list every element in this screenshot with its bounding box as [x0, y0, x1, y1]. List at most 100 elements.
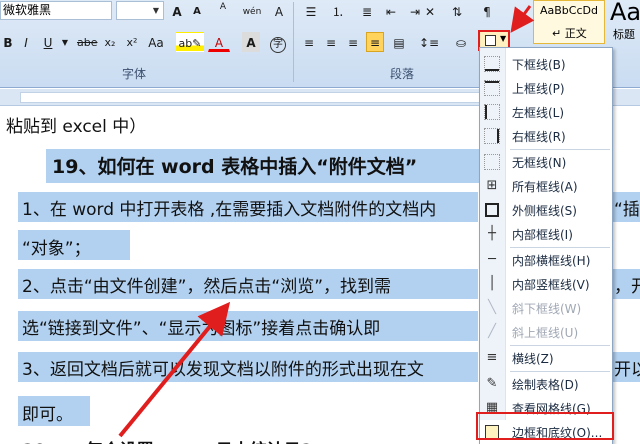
paragraph-line: 粘贴到 excel 中）: [6, 117, 147, 137]
align-right-icon[interactable]: ≡: [344, 32, 362, 52]
menu-item-label: 所有框线(A): [512, 180, 578, 194]
border-inside-horizontal-icon: ─: [488, 252, 496, 267]
border-left-icon: [484, 104, 500, 120]
paragraph-line: 3、返回文档后就可以发现文档以附件的形式出现在文: [22, 360, 424, 380]
border-diagonal-up-icon: ╱: [488, 324, 496, 339]
align-left-icon[interactable]: ≡: [300, 32, 318, 52]
style-sample: AaBbCcDd: [540, 4, 598, 17]
menu-item-label: 右框线(R): [512, 130, 566, 144]
subscript-button[interactable]: x₂: [100, 32, 120, 52]
border-diagonal-down-icon: ╲: [488, 300, 496, 315]
menu-item-label: 横线(Z): [512, 352, 554, 366]
enclose-char-icon: 字: [270, 37, 286, 53]
draw-table-icon: ✎: [486, 376, 498, 391]
menu-item-right-border[interactable]: 右框线(R): [480, 124, 612, 148]
grow-font-button[interactable]: A: [168, 1, 186, 21]
menu-item-all-borders[interactable]: ⊞ 所有框线(A): [480, 174, 612, 198]
border-right-icon: [484, 128, 500, 144]
show-marks-icon[interactable]: ¶: [476, 1, 498, 21]
menu-item-draw-table[interactable]: ✎ 绘制表格(D): [480, 372, 612, 396]
paragraph-line: 1、在 word 中打开表格 ,在需要插入文档附件的文档内: [22, 200, 437, 220]
section-heading: 20、 」每个设置every_日本统计日2: [22, 436, 313, 444]
change-case-button[interactable]: Aa: [144, 32, 168, 52]
font-group-label: 字体: [122, 67, 147, 81]
style-name: ↵ 正文: [552, 27, 587, 40]
style-sample: Aa: [610, 0, 640, 26]
menu-item-label: 外侧框线(S): [512, 204, 577, 218]
menu-item-top-border[interactable]: 上框线(P): [480, 76, 612, 100]
bullets-icon[interactable]: ☰: [300, 1, 322, 21]
shrink-font-button[interactable]: A: [188, 1, 206, 21]
border-none-icon: [484, 154, 500, 170]
paragraph-line: “对象”；: [22, 239, 91, 259]
decrease-indent-icon[interactable]: ⇤: [380, 1, 402, 21]
menu-item-label: 内部竖框线(V): [512, 278, 590, 292]
chevron-down-icon[interactable]: ▼: [150, 3, 162, 18]
multilevel-list-icon[interactable]: ≣: [356, 1, 378, 21]
justify-icon[interactable]: ≡: [366, 32, 384, 52]
superscript-button[interactable]: x²: [122, 32, 142, 52]
char-border-label: A: [274, 5, 284, 19]
menu-item-bottom-border[interactable]: 下框线(B): [480, 52, 612, 76]
bold-button[interactable]: B: [0, 32, 16, 52]
menu-item-label: 左框线(L): [512, 106, 565, 120]
font-color-button[interactable]: A: [208, 32, 230, 52]
menu-item-diagonal-down[interactable]: ╲ 斜下框线(W): [480, 296, 612, 320]
underline-dropdown[interactable]: ▼: [60, 32, 70, 52]
paragraph-fragment: ，开: [614, 277, 640, 297]
menu-item-left-border[interactable]: 左框线(L): [480, 100, 612, 124]
paragraph-line: 即可。: [22, 405, 73, 425]
border-inside-icon: ┼: [488, 226, 496, 241]
font-name-combobox[interactable]: 微软雅黑: [0, 1, 112, 20]
menu-item-no-border[interactable]: 无框线(N): [480, 150, 612, 174]
paragraph-group-label: 段落: [390, 67, 415, 81]
paragraph-fragment: “插: [614, 200, 640, 220]
section-heading: 19、如何在 word 表格中插入“附件文档”: [52, 156, 418, 178]
align-center-icon[interactable]: ≡: [322, 32, 340, 52]
menu-item-label: 无框线(N): [512, 156, 567, 170]
highlighter-icon: ab✎: [178, 37, 202, 50]
group-separator: [293, 2, 294, 82]
chinese-layout-icon[interactable]: ✕: [418, 1, 442, 21]
borders-dropdown-menu: 下框线(B) 上框线(P) 左框线(L) 右框线(R) 无框线(N) ⊞ 所有框…: [479, 47, 613, 444]
style-name: 标题: [613, 28, 635, 41]
menu-item-diagonal-up[interactable]: ╱ 斜上框线(U): [480, 320, 612, 344]
chevron-down-icon: ▼: [500, 34, 507, 43]
clear-format-button[interactable]: A: [212, 1, 234, 21]
distributed-icon[interactable]: ▤: [390, 32, 408, 52]
enclose-char-button[interactable]: 字: [268, 32, 288, 53]
border-all-icon: ⊞: [486, 178, 498, 193]
phonetic-guide-button[interactable]: wén: [240, 1, 264, 21]
style-normal[interactable]: AaBbCcDd ↵ 正文: [533, 0, 605, 44]
numbering-icon[interactable]: ⒈: [326, 1, 350, 21]
ruler-track: [20, 92, 480, 103]
border-top-icon: [484, 80, 500, 96]
menu-item-label: 斜下框线(W): [512, 302, 582, 316]
paragraph-line: 选“链接到文件”、“显示为图标”接着点击确认即: [22, 319, 381, 339]
char-border-button[interactable]: A: [268, 1, 290, 21]
menu-item-label: 下框线(B): [512, 58, 566, 72]
sort-icon[interactable]: ⇅: [446, 1, 468, 21]
highlight-color-button[interactable]: ab✎: [176, 32, 204, 52]
font-size-combobox[interactable]: ▼: [116, 1, 164, 20]
menu-item-label: 内部横框线(H): [512, 254, 591, 268]
underline-button[interactable]: U: [40, 32, 56, 52]
border-outside-icon: [485, 203, 499, 217]
style-heading[interactable]: Aa 标题: [606, 0, 640, 44]
menu-item-inside-horizontal[interactable]: ─ 内部横框线(H): [480, 248, 612, 272]
menu-item-inside-borders[interactable]: ┼ 内部框线(I): [480, 222, 612, 246]
annotation-highlight-box: [476, 412, 614, 440]
shading-bucket-icon[interactable]: ⛀: [448, 32, 474, 52]
border-outside-icon: [485, 35, 496, 46]
menu-item-inside-vertical[interactable]: │ 内部竖框线(V): [480, 272, 612, 296]
char-shading-button[interactable]: A: [242, 32, 260, 52]
strikethrough-button[interactable]: abe: [76, 32, 98, 52]
menu-item-label: 绘制表格(D): [512, 378, 579, 392]
menu-item-label: 内部框线(I): [512, 228, 573, 242]
line-spacing-icon[interactable]: ↕≡: [416, 32, 442, 52]
italic-button[interactable]: I: [18, 32, 34, 52]
border-inside-vertical-icon: │: [488, 276, 496, 291]
paragraph-line: 2、点击“由文件创建”，然后点击“浏览”，找到需: [22, 277, 392, 297]
menu-item-horizontal-line[interactable]: ≡ 横线(Z): [480, 346, 612, 370]
menu-item-outside-borders[interactable]: 外侧框线(S): [480, 198, 612, 222]
